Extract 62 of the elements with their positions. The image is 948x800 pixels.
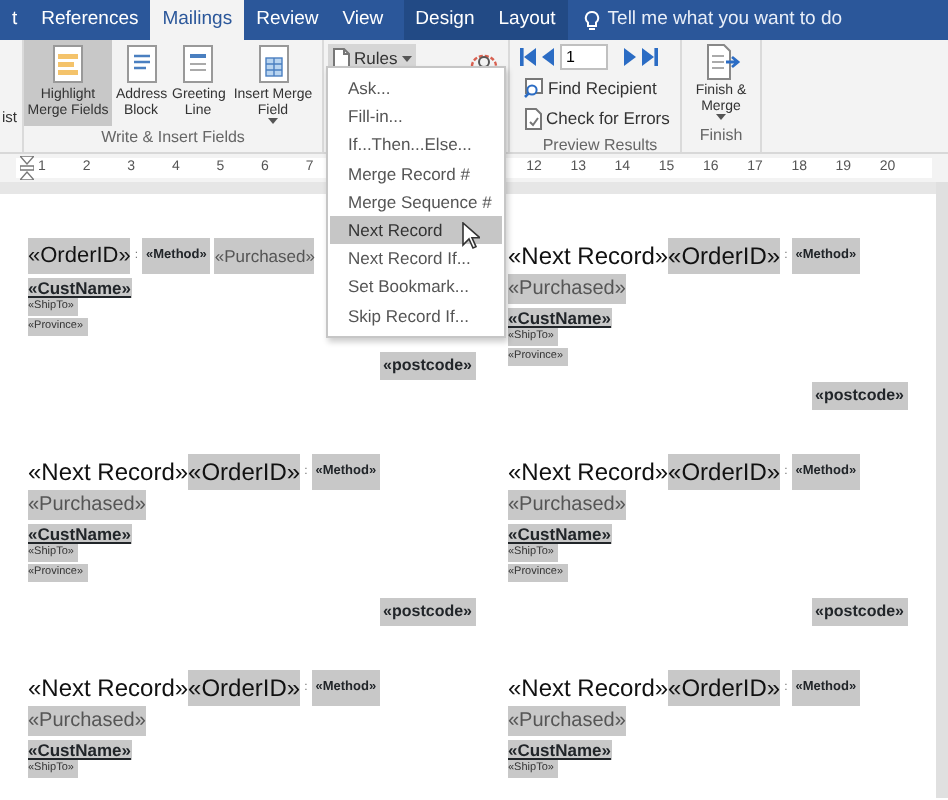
purchased-field: «Purchased» <box>508 490 626 520</box>
previous-record-icon <box>542 48 554 66</box>
group-label: Finish <box>697 124 745 148</box>
search-field[interactable]: Tell me what you want to do <box>607 5 843 35</box>
next-record-field: «Next Record» <box>508 238 669 274</box>
cust-name-field: «CustName» <box>508 308 611 328</box>
order-id-field: «OrderID» <box>188 454 301 490</box>
search-icon <box>524 78 544 99</box>
ribbon-tab[interactable]: Design <box>403 0 487 40</box>
record-field[interactable]: 1 <box>560 44 608 70</box>
menu-item[interactable]: Merge Record # <box>330 159 502 188</box>
next-record-field: «Next Record» <box>508 670 669 706</box>
purchased-field: «Purchased» <box>28 706 146 736</box>
order-id-field: «OrderID» <box>188 670 301 706</box>
menu-item[interactable]: Skip Record If... <box>330 301 502 330</box>
caret-icon <box>716 114 726 121</box>
first-record-icon <box>520 48 536 66</box>
ribbon-tab[interactable]: References <box>29 0 151 40</box>
postcode-field: «postcode» <box>811 598 908 626</box>
caret-icon <box>401 55 412 62</box>
ribbon-tab[interactable]: Mailings <box>150 0 245 40</box>
group-label: Preview Results <box>540 133 660 157</box>
lightbulb-icon <box>583 9 600 31</box>
scrollbar[interactable] <box>936 182 948 798</box>
next-record-field: «Next Record» <box>28 670 189 706</box>
cust-name-field: «CustName» <box>508 740 611 760</box>
menu-item[interactable]: Fill-in... <box>330 102 502 131</box>
menu-item[interactable]: Ask... <box>330 74 502 103</box>
ribbon-tab[interactable]: View <box>330 0 396 40</box>
purchased-field: «Purchased» <box>508 706 626 736</box>
order-id-field: «OrderID» <box>668 454 781 490</box>
menu-item[interactable]: Next Record <box>330 215 502 245</box>
cust-name-field: «CustName» <box>28 278 131 298</box>
menu-item[interactable]: If...Then...Else... <box>330 130 502 160</box>
menu-item[interactable]: Merge Sequence # <box>330 187 502 216</box>
next-record-icon <box>624 48 636 66</box>
last-record-icon <box>642 48 658 66</box>
next-record-field: «Next Record» <box>508 454 669 490</box>
cust-name-field: «CustName» <box>28 740 131 760</box>
postcode-field: «postcode» <box>379 352 476 380</box>
ribbon-tab[interactable]: Layout <box>486 0 568 40</box>
menu-item[interactable]: Next Record If... <box>330 244 502 273</box>
mouse-cursor-icon <box>462 222 480 250</box>
purchased-field: «Purchased» <box>214 238 315 274</box>
postcode-field: «postcode» <box>811 382 908 410</box>
find-recipient-button[interactable]: Find Recipient <box>520 74 661 104</box>
cust-name-field: «CustName» <box>28 524 131 544</box>
menu-item[interactable]: Set Bookmark... <box>330 272 502 301</box>
order-id-field: «OrderID» <box>28 238 131 274</box>
purchased-field: «Purchased» <box>28 490 146 520</box>
cust-name-field: «CustName» <box>508 524 611 544</box>
purchased-field: «Purchased» <box>508 274 626 304</box>
ribbon-tab[interactable]: Review <box>244 0 331 40</box>
highlighted-document-icon <box>50 44 86 84</box>
postcode-field: «postcode» <box>379 598 476 626</box>
check-errors-button[interactable]: Check for Errors <box>520 103 674 133</box>
document-icon <box>524 107 542 130</box>
ribbon-tab[interactable]: t <box>0 0 30 40</box>
group-label: Write & Insert Fields <box>99 126 247 151</box>
order-id-field: «OrderID» <box>668 670 781 706</box>
order-id-field: «OrderID» <box>668 238 781 274</box>
next-record-field: «Next Record» <box>28 454 189 490</box>
